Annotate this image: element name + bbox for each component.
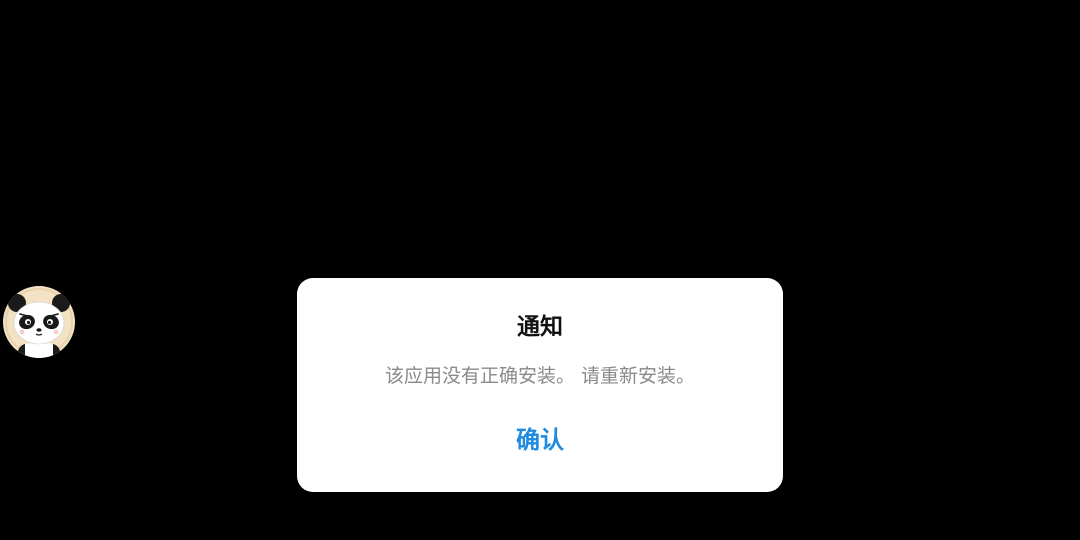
confirm-button[interactable]: 确认 [490,420,590,460]
dialog-message: 该应用没有正确安装。 请重新安装。 [384,365,696,387]
panda-face-icon [4,287,74,358]
floating-panda-avatar[interactable] [3,286,75,358]
dialog-title: 通知 [517,314,563,340]
notification-dialog: 通知 该应用没有正确安装。 请重新安装。 确认 [297,278,783,492]
screen: 通知 该应用没有正确安装。 请重新安装。 确认 [0,0,1080,540]
